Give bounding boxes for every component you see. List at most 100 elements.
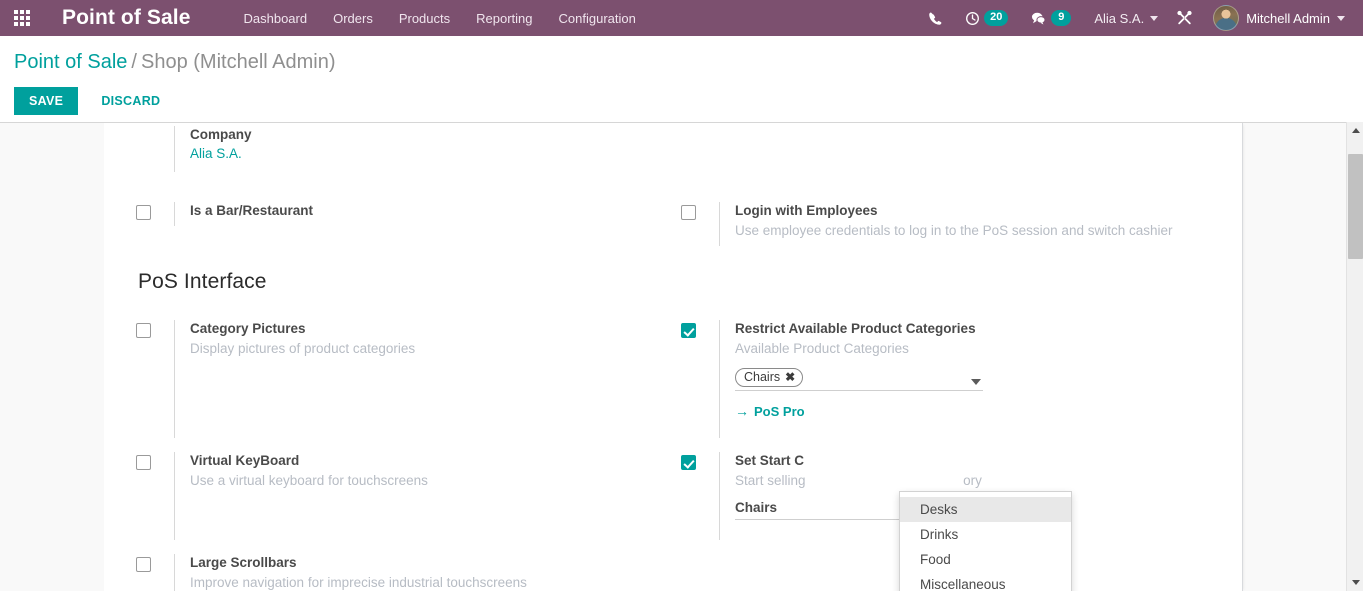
set-start-category-checkbox[interactable] [681,455,696,470]
voip-phone-button[interactable] [917,5,954,32]
breadcrumb-root[interactable]: Point of Sale [14,51,127,73]
start-category-checkbox-wrap [681,452,719,470]
restrict-categories-text: Restrict Available Product Categories Av… [719,320,983,438]
menu-item-dashboard[interactable]: Dashboard [230,2,320,35]
large-scrollbars-label: Large Scrollbars [190,555,297,570]
virtual-keyboard-help: Use a virtual keyboard for touchscreens [190,473,428,488]
apps-menu-button[interactable] [0,0,44,36]
settings-col-left: Company Alia S.A. [136,126,681,172]
dropdown-item-desks[interactable]: Desks [900,497,1071,522]
settings-row-pictures-restrict: Category Pictures Display pictures of pr… [136,294,1226,438]
company-label: Company [190,127,252,142]
grid-apps-icon [14,10,30,26]
scroll-down-icon [1351,580,1360,585]
category-pictures-checkbox[interactable] [136,323,151,338]
messages-menu-button[interactable]: 9 [1019,4,1082,32]
virtual-keyboard-text: Virtual KeyBoard Use a virtual keyboard … [174,452,428,540]
arrow-right-icon: → [735,403,749,419]
settings-row-bar-login: Is a Bar/Restaurant Login with Employees… [136,172,1226,246]
vertical-scrollbar[interactable] [1346,122,1363,591]
large-scrollbars-checkbox-wrap [136,554,174,572]
breadcrumb-separator: / [131,51,137,73]
restrict-available-product-categories-checkbox[interactable] [681,323,696,338]
discard-button[interactable]: DISCARD [86,87,175,115]
activity-count-badge: 20 [984,10,1009,26]
setting-virtual-keyboard: Virtual KeyBoard Use a virtual keyboard … [136,452,681,540]
control-panel: Point of Sale / Shop (Mitchell Admin) SAVE… [0,36,1363,143]
login-employees-text: Login with Employees Use employee creden… [719,202,1172,246]
category-pictures-checkbox-wrap [136,320,174,338]
pos-product-categories-link-label: PoS Pro [754,403,805,419]
settings-col-left: Category Pictures Display pictures of pr… [136,320,681,438]
restrict-categories-checkbox-wrap [681,320,719,338]
setting-is-bar-restaurant: Is a Bar/Restaurant [136,202,681,226]
setting-company: Company Alia S.A. [136,126,681,172]
setting-large-scrollbars: Large Scrollbars Improve navigation for … [136,554,681,591]
set-start-category-help-tail: ory [963,473,982,488]
company-switcher-label: Alia S.A. [1094,10,1145,26]
dropdown-item-food[interactable]: Food [900,547,1071,572]
company-value[interactable]: Alia S.A. [190,144,252,163]
breadcrumb: Point of Sale / Shop (Mitchell Admin) [14,51,336,74]
app-brand-title[interactable]: Point of Sale [62,6,190,30]
settings-col-right [681,126,1226,172]
virtual-keyboard-checkbox[interactable] [136,455,151,470]
tag-chairs-label: Chairs [744,370,781,384]
chevron-down-icon[interactable] [971,379,981,385]
large-scrollbars-text: Large Scrollbars Improve navigation for … [174,554,527,591]
section-pos-interface-title: PoS Interface [138,270,267,293]
activity-menu-button[interactable]: 20 [954,4,1019,32]
dropdown-item-miscellaneous[interactable]: Miscellaneous [900,572,1071,591]
save-button[interactable]: SAVE [14,87,79,115]
scroll-up-button[interactable] [1347,122,1363,139]
settings-col-left: Is a Bar/Restaurant [136,202,681,246]
tag-chairs[interactable]: Chairs ✖ [735,368,804,387]
menu-item-orders[interactable]: Orders [320,2,386,35]
menu-item-products[interactable]: Products [386,2,463,35]
category-pictures-help: Display pictures of product categories [190,341,416,356]
set-start-category-label: Set Start C [735,453,805,468]
settings-row-company: Company Alia S.A. [136,123,1226,172]
remove-tag-icon[interactable]: ✖ [785,370,795,384]
category-pictures-text: Category Pictures Display pictures of pr… [174,320,415,438]
login-with-employees-checkbox[interactable] [681,205,696,220]
scrollbar-thumb[interactable] [1348,154,1363,259]
company-spacer [136,126,174,129]
login-with-employees-help: Use employee credentials to log in to th… [735,223,1173,238]
company-switcher[interactable]: Alia S.A. [1082,5,1166,32]
available-product-categories-input[interactable]: Chairs ✖ [735,368,983,391]
chevron-down-icon [1337,15,1345,21]
is-bar-restaurant-label: Is a Bar/Restaurant [190,203,314,218]
navbar-right-tools: 20 9 Alia S.A. Mitchell Admin [917,2,1363,34]
settings-col-left: Virtual KeyBoard Use a virtual keyboard … [136,452,681,540]
set-start-category-help: Start selling ory [735,471,982,490]
messages-count-badge: 9 [1051,10,1072,26]
virtual-keyboard-label: Virtual KeyBoard [190,453,300,468]
settings-col-right: Restrict Available Product Categories Av… [681,320,1226,438]
large-scrollbars-checkbox[interactable] [136,557,151,572]
debug-tools-icon [1177,10,1192,25]
menu-item-configuration[interactable]: Configuration [546,2,649,35]
company-text: Company Alia S.A. [174,126,252,172]
restrict-available-product-categories-help: Available Product Categories [735,341,909,356]
scroll-down-button[interactable] [1347,574,1363,591]
settings-sheet: Company Alia S.A. Is a Bar/Restaurant Lo… [104,123,1243,591]
is-bar-restaurant-checkbox[interactable] [136,205,151,220]
debug-tools-button[interactable] [1166,4,1203,32]
category-autocomplete-dropdown: Desks Drinks Food Miscellaneous Create a… [899,491,1072,591]
main-menu: Dashboard Orders Products Reporting Conf… [230,2,648,35]
form-action-buttons: SAVE DISCARD [14,87,175,115]
is-bar-restaurant-checkbox-wrap [136,202,174,220]
pos-product-categories-link[interactable]: → PoS Pro [735,403,805,419]
breadcrumb-current: Shop (Mitchell Admin) [140,51,336,73]
user-menu[interactable]: Mitchell Admin [1203,2,1351,34]
clock-activity-icon [966,11,980,25]
login-employees-checkbox-wrap [681,202,719,220]
phone-icon [929,12,942,25]
restrict-available-product-categories-label: Restrict Available Product Categories [735,321,976,336]
setting-category-pictures: Category Pictures Display pictures of pr… [136,320,681,438]
menu-item-reporting[interactable]: Reporting [463,2,545,35]
is-bar-restaurant-text: Is a Bar/Restaurant [174,202,313,226]
dropdown-item-drinks[interactable]: Drinks [900,522,1071,547]
setting-login-with-employees: Login with Employees Use employee creden… [681,202,1226,246]
